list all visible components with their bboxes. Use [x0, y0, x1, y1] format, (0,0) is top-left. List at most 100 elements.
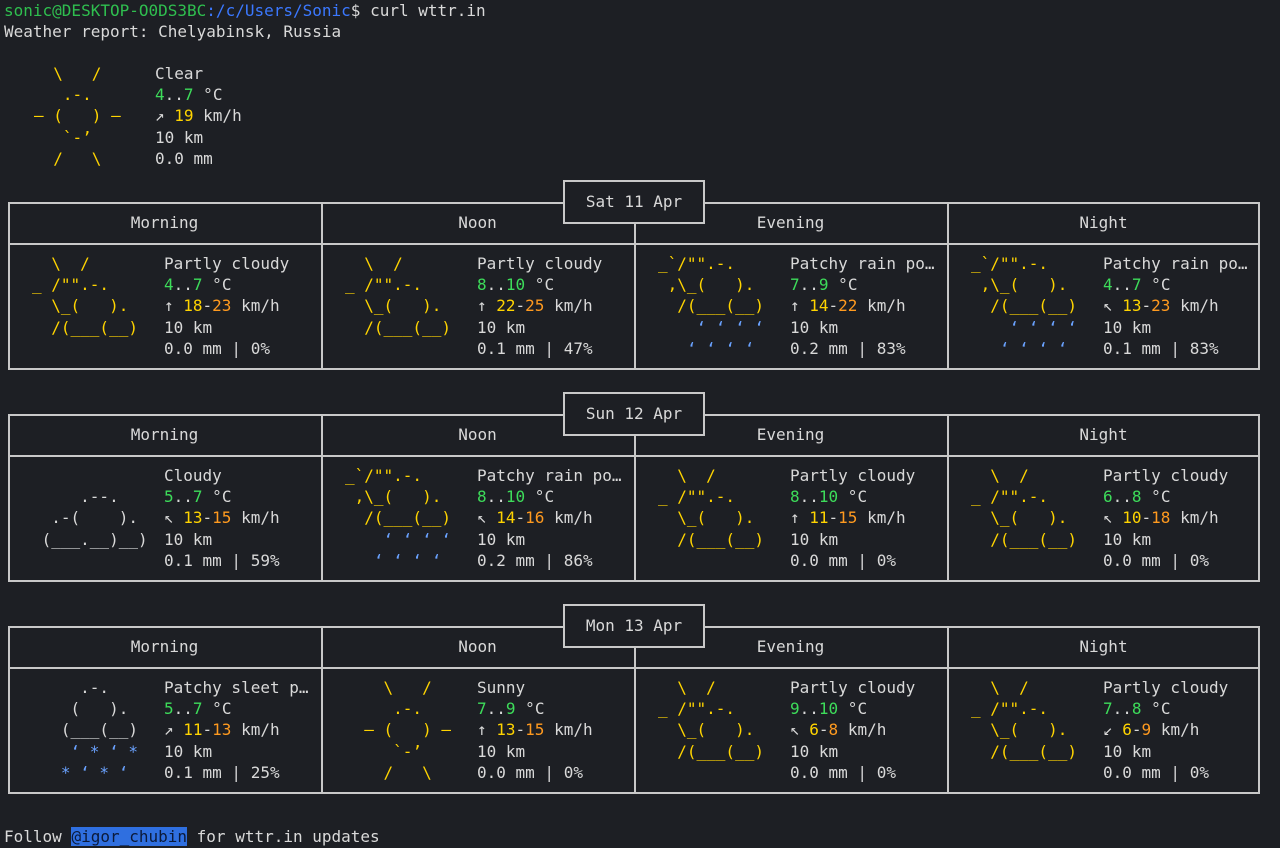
- period-wind-high: 9: [1141, 720, 1152, 740]
- period-header: Morning: [130, 637, 199, 656]
- icon-line: \ /: [345, 254, 403, 273]
- period-wind-low: 6: [809, 720, 819, 740]
- icon-line: ‘ ‘ ‘ ‘: [971, 338, 1068, 358]
- period-temp-high: 10: [505, 275, 526, 295]
- period-cell: Evening \ / _ /"".-. \_( ). /(___(__) Pa…: [634, 626, 947, 794]
- period-wind-high: 22: [838, 296, 858, 316]
- period-condition: Patchy rain po…: [477, 466, 622, 485]
- period-condition: Partly cloudy: [790, 466, 916, 485]
- current-temp-unit: °C: [193, 85, 223, 105]
- weather-icon: \ / _ /"".-. \_( ). /(___(__): [345, 253, 451, 338]
- period-temp-low: 5: [164, 487, 174, 507]
- command-prompt: sonic@DESKTOP-O0DS3BC:/c/Users/Sonic$ cu…: [4, 0, 486, 21]
- period-wind-high: 8: [828, 720, 839, 740]
- current-temp-high: 7: [183, 85, 194, 105]
- period-visibility: 10 km: [164, 529, 213, 549]
- footer-line: Follow @igor_chubin for wttr.in updates: [4, 826, 380, 847]
- period-header: Night: [1079, 213, 1128, 232]
- forecast-day: Morning .-. ( ). (___(__) ‘ * ‘ * * ‘ * …: [8, 604, 1262, 794]
- period-info: Partly cloudy 9..10 °C ↖ 6-8 km/h 10 km …: [790, 678, 916, 782]
- period-visibility: 10 km: [790, 529, 839, 549]
- icon-line: \ /: [345, 678, 432, 697]
- period-condition: Partly cloudy: [1103, 678, 1229, 697]
- period-temp-low: 9: [790, 699, 800, 719]
- prompt-symbol: $: [350, 1, 371, 20]
- period-wind-high: 15: [838, 508, 858, 528]
- period-wind-low: 10: [1122, 508, 1142, 528]
- weather-icon: \ / _ /"".-. \_( ). /(___(__): [32, 253, 138, 338]
- icon-line: ‘ ‘ ‘ ‘: [658, 317, 764, 337]
- icon-line: /(___(__): [32, 317, 138, 337]
- icon-line: \_( ).: [971, 508, 1068, 528]
- icon-line: (___(__): [32, 720, 138, 740]
- period-wind-low: 13: [1122, 296, 1142, 316]
- period-wind-high: 13: [212, 720, 232, 740]
- weather-icon: _`/"".-. ,\_( ). /(___(__) ‘ ‘ ‘ ‘ ‘ ‘ ‘…: [345, 465, 451, 571]
- icon-line: `-’: [345, 741, 423, 761]
- wind-arrow-icon: ↙: [1103, 720, 1123, 740]
- terminal-window[interactable]: sonic@DESKTOP-O0DS3BC:/c/Users/Sonic$ cu…: [0, 0, 1280, 848]
- weather-icon: \ / _ /"".-. \_( ). /(___(__): [971, 677, 1077, 762]
- period-wind-low: 11: [809, 508, 829, 528]
- weather-icon: \ / _ /"".-. \_( ). /(___(__): [658, 677, 764, 762]
- icon-line: \_( ).: [971, 720, 1068, 740]
- icon-line: /(___(__): [658, 741, 764, 761]
- period-temp-low: 8: [790, 487, 800, 507]
- icon-line: /(___(__): [971, 296, 1077, 316]
- period-visibility: 10 km: [1103, 529, 1152, 549]
- wind-arrow-icon: ↑: [164, 296, 184, 316]
- period-temp-high: 7: [1131, 275, 1142, 295]
- current-info: Clear 4..7 °C ↗ 19 km/h 10 km 0.0 mm: [155, 64, 242, 168]
- prompt-path: :/c/Users/Sonic: [206, 1, 351, 20]
- period-temp-low: 7: [790, 275, 800, 295]
- wind-arrow-icon: ↖: [164, 508, 184, 528]
- period-cell: Morning \ / _ /"".-. \_( ). /(___(__) Pa…: [8, 202, 321, 370]
- wind-arrow-icon: ↑: [790, 508, 810, 528]
- period-cell: Night _`/"".-. ,\_( ). /(___(__) ‘ ‘ ‘ ‘ …: [947, 202, 1260, 370]
- wind-arrow-icon: ↑: [790, 296, 810, 316]
- period-temp-high: 7: [192, 699, 203, 719]
- weather-icon: .--. .-( ). (___.__)__): [32, 465, 148, 550]
- period-condition: Partly cloudy: [790, 678, 916, 697]
- period-precip: 0.2 mm | 83%: [790, 338, 906, 358]
- icon-line: .-.: [32, 678, 110, 697]
- date-label: Sun 12 Apr: [563, 392, 705, 436]
- period-wind-low: 13: [496, 720, 516, 740]
- period-condition: Patchy rain po…: [1103, 254, 1248, 273]
- period-cell: Morning .-. ( ). (___(__) ‘ * ‘ * * ‘ * …: [8, 626, 321, 794]
- icon-line: /(___(__): [658, 296, 764, 316]
- period-visibility: 10 km: [164, 317, 213, 337]
- prompt-command: curl wttr.in: [370, 1, 486, 20]
- weather-icon: \ / _ /"".-. \_( ). /(___(__): [971, 465, 1077, 550]
- current-wind-unit: km/h: [193, 106, 242, 126]
- weather-icon: \ / _ /"".-. \_( ). /(___(__): [658, 465, 764, 550]
- icon-line: \_( ).: [345, 296, 442, 316]
- period-wind-low: 6: [1122, 720, 1132, 740]
- icon-line: \ /: [658, 466, 716, 485]
- period-wind-high: 23: [212, 296, 232, 316]
- icon-line: _ /"".-.: [658, 699, 736, 719]
- icon-line: _ /"".-.: [658, 487, 736, 507]
- forecast-day: Morning \ / _ /"".-. \_( ). /(___(__) Pa…: [8, 180, 1262, 370]
- period-temp-low: 5: [164, 699, 174, 719]
- wind-arrow-icon: ↑: [477, 296, 497, 316]
- period-info: Partly cloudy 8..10 °C ↑ 22-25 km/h 10 k…: [477, 254, 603, 358]
- period-condition: Partly cloudy: [164, 254, 290, 273]
- icon-line: _ /"".-.: [971, 487, 1049, 507]
- icon-line: ,\_( ).: [345, 487, 442, 507]
- date-label: Mon 13 Apr: [563, 604, 705, 648]
- period-temp-low: 4: [1103, 275, 1113, 295]
- icon-line: _ /"".-.: [345, 275, 423, 295]
- period-temp-low: 8: [477, 487, 487, 507]
- icon-line: \ /: [971, 678, 1029, 697]
- period-wind-high: 18: [1151, 508, 1171, 528]
- period-temp-high: 10: [818, 699, 839, 719]
- footer-handle[interactable]: @igor_chubin: [71, 827, 188, 846]
- period-temp-high: 7: [192, 275, 203, 295]
- period-temp-low: 6: [1103, 487, 1113, 507]
- period-precip: 0.1 mm | 25%: [164, 762, 280, 782]
- date-label: Sat 11 Apr: [563, 180, 705, 224]
- period-wind-high: 15: [212, 508, 232, 528]
- icon-line: .-( ).: [32, 508, 138, 528]
- period-precip: 0.0 mm | 0%: [790, 762, 896, 782]
